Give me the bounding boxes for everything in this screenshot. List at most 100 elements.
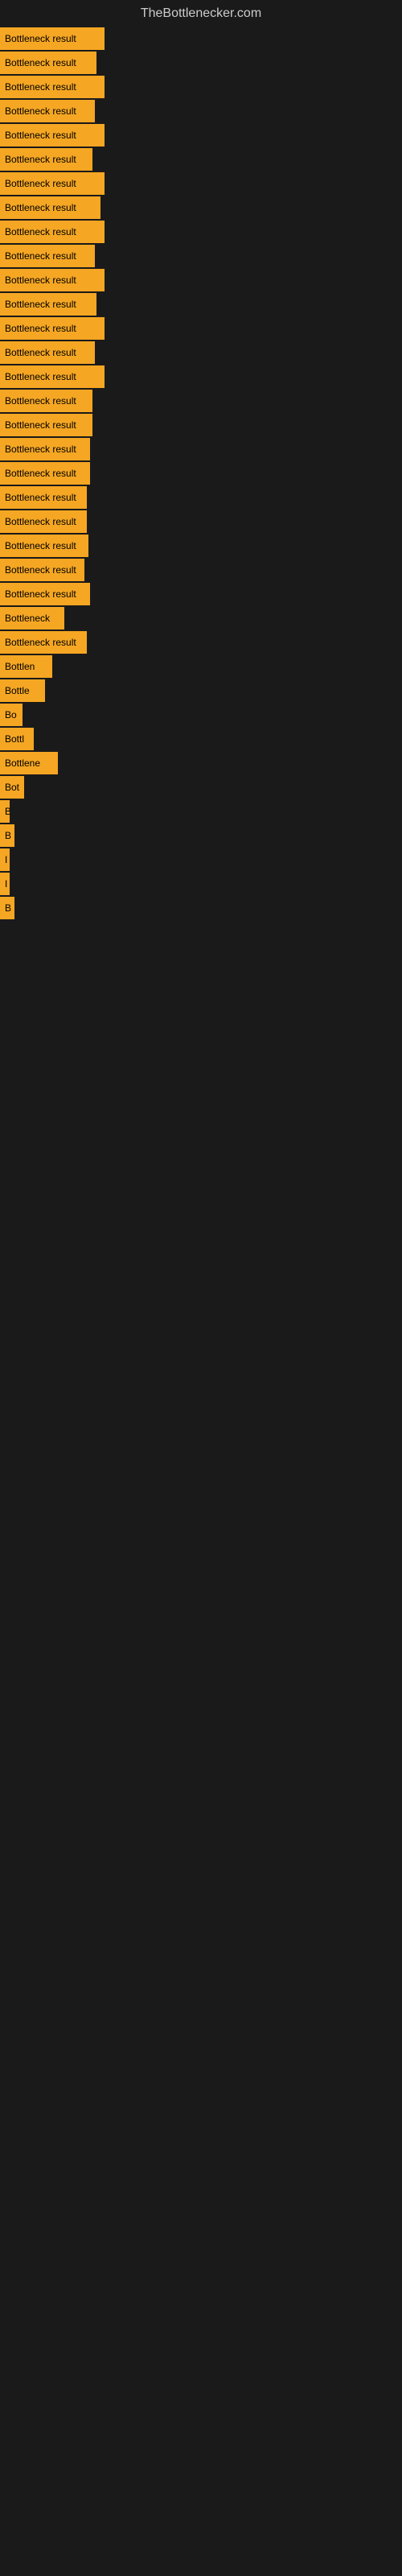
list-item: Bottleneck result xyxy=(0,148,402,171)
bar-container: Bottleneck result xyxy=(0,317,402,340)
list-item: Bottleneck result xyxy=(0,293,402,316)
list-item: Bottleneck result xyxy=(0,245,402,267)
list-item: Bottl xyxy=(0,728,402,750)
bottleneck-bar[interactable]: Bottleneck result xyxy=(0,341,95,364)
bar-container: Bottlene xyxy=(0,752,402,774)
bar-container: I xyxy=(0,873,402,895)
bar-container: Bottleneck result xyxy=(0,631,402,654)
bottleneck-bar[interactable]: Bottleneck result xyxy=(0,269,105,291)
bar-container: Bottleneck result xyxy=(0,27,402,50)
list-item: Bottleneck result xyxy=(0,559,402,581)
bottleneck-bar[interactable]: I xyxy=(0,873,10,895)
bar-container: Bottleneck result xyxy=(0,510,402,533)
bar-container: Bottleneck result xyxy=(0,245,402,267)
bottleneck-bar[interactable]: Bottleneck result xyxy=(0,438,90,460)
bottleneck-bar[interactable]: Bottlen xyxy=(0,655,52,678)
bar-container: B xyxy=(0,897,402,919)
list-item: Bottlen xyxy=(0,655,402,678)
list-item: Bottleneck result xyxy=(0,27,402,50)
bar-container: Bottleneck result xyxy=(0,148,402,171)
bottleneck-bar[interactable]: Bottleneck result xyxy=(0,583,90,605)
list-item: Bottleneck result xyxy=(0,100,402,122)
list-item: Bottleneck result xyxy=(0,172,402,195)
bottleneck-bar[interactable]: Bottleneck result xyxy=(0,124,105,147)
bar-container: Bottleneck result xyxy=(0,486,402,509)
bottleneck-bar[interactable]: Bottleneck result xyxy=(0,76,105,98)
list-item: Bottleneck result xyxy=(0,124,402,147)
list-item: I xyxy=(0,873,402,895)
bottleneck-bar[interactable]: Bo xyxy=(0,704,23,726)
bottleneck-bar[interactable]: Bottleneck result xyxy=(0,535,88,557)
bar-container: B xyxy=(0,800,402,823)
bottleneck-bar[interactable]: B xyxy=(0,824,14,847)
list-item: B xyxy=(0,824,402,847)
list-item: Bot xyxy=(0,776,402,799)
list-item: B xyxy=(0,897,402,919)
bottleneck-bar[interactable]: Bottleneck result xyxy=(0,52,96,74)
bottleneck-bar[interactable]: Bottl xyxy=(0,728,34,750)
list-item: Bottleneck xyxy=(0,607,402,630)
bar-container: Bottleneck result xyxy=(0,462,402,485)
bar-container: Bottleneck result xyxy=(0,559,402,581)
list-item: Bottleneck result xyxy=(0,462,402,485)
list-item: Bottleneck result xyxy=(0,631,402,654)
bar-container: Bottl xyxy=(0,728,402,750)
bar-container: Bottleneck result xyxy=(0,414,402,436)
bottleneck-bar[interactable]: Bottlene xyxy=(0,752,58,774)
bar-container: Bottleneck result xyxy=(0,221,402,243)
bottleneck-bar[interactable]: I xyxy=(0,848,10,871)
bar-container: Bottleneck result xyxy=(0,583,402,605)
bar-container: Bottlen xyxy=(0,655,402,678)
bar-container: Bottleneck result xyxy=(0,365,402,388)
list-item: Bottleneck result xyxy=(0,52,402,74)
bottleneck-bar[interactable]: Bottleneck result xyxy=(0,100,95,122)
bar-container: I xyxy=(0,848,402,871)
bottleneck-bar[interactable]: Bottleneck result xyxy=(0,486,87,509)
bar-container: Bottleneck xyxy=(0,607,402,630)
bar-container: Bottleneck result xyxy=(0,52,402,74)
list-item: Bo xyxy=(0,704,402,726)
bar-container: Bottleneck result xyxy=(0,438,402,460)
list-item: Bottleneck result xyxy=(0,196,402,219)
bottleneck-bar[interactable]: B xyxy=(0,800,10,823)
bar-container: Bottleneck result xyxy=(0,172,402,195)
bar-container: Bottleneck result xyxy=(0,196,402,219)
bar-container: Bottle xyxy=(0,679,402,702)
bottleneck-bar[interactable]: Bottleneck result xyxy=(0,293,96,316)
bottleneck-bar[interactable]: Bottleneck result xyxy=(0,462,90,485)
list-item: Bottleneck result xyxy=(0,438,402,460)
bar-container: Bottleneck result xyxy=(0,293,402,316)
bottleneck-bar[interactable]: Bottleneck xyxy=(0,607,64,630)
bar-container: Bo xyxy=(0,704,402,726)
bottleneck-bar[interactable]: Bottleneck result xyxy=(0,365,105,388)
list-item: Bottleneck result xyxy=(0,414,402,436)
bottleneck-bar[interactable]: Bottleneck result xyxy=(0,559,84,581)
bar-container: Bot xyxy=(0,776,402,799)
list-item: Bottleneck result xyxy=(0,510,402,533)
bottleneck-bar[interactable]: Bottleneck result xyxy=(0,317,105,340)
bottleneck-bar[interactable]: Bottleneck result xyxy=(0,172,105,195)
bar-container: Bottleneck result xyxy=(0,341,402,364)
site-title: TheBottlenecker.com xyxy=(0,0,402,27)
bottleneck-bar[interactable]: Bot xyxy=(0,776,24,799)
bottleneck-bar[interactable]: Bottleneck result xyxy=(0,221,105,243)
bottleneck-bar[interactable]: Bottleneck result xyxy=(0,27,105,50)
list-item: Bottleneck result xyxy=(0,269,402,291)
bar-container: Bottleneck result xyxy=(0,76,402,98)
bottleneck-bar[interactable]: Bottleneck result xyxy=(0,245,95,267)
list-item: Bottleneck result xyxy=(0,486,402,509)
bar-container: Bottleneck result xyxy=(0,100,402,122)
list-item: Bottlene xyxy=(0,752,402,774)
bar-container: B xyxy=(0,824,402,847)
bottleneck-bar[interactable]: B xyxy=(0,897,14,919)
bottleneck-bar[interactable]: Bottleneck result xyxy=(0,414,92,436)
bottleneck-bar[interactable]: Bottleneck result xyxy=(0,196,100,219)
list-item: Bottleneck result xyxy=(0,76,402,98)
bottleneck-bar[interactable]: Bottleneck result xyxy=(0,631,87,654)
bottleneck-bar[interactable]: Bottle xyxy=(0,679,45,702)
bottleneck-bar[interactable]: Bottleneck result xyxy=(0,148,92,171)
bottleneck-bar[interactable]: Bottleneck result xyxy=(0,510,87,533)
list-item: B xyxy=(0,800,402,823)
bottleneck-bar[interactable]: Bottleneck result xyxy=(0,390,92,412)
list-item: Bottleneck result xyxy=(0,221,402,243)
